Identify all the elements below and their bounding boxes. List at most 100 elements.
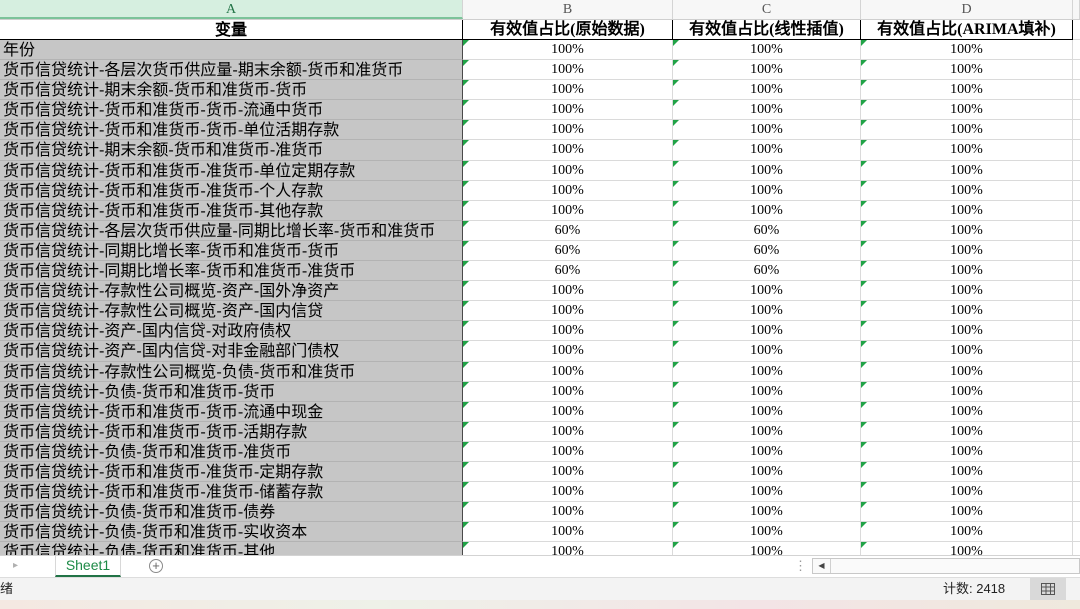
variable-cell[interactable]: 货币信贷统计-货币和准货币-准货币-个人存款 <box>0 180 463 201</box>
arima-fill-ratio-cell[interactable]: 100% <box>861 160 1073 181</box>
arima-fill-ratio-cell[interactable]: 100% <box>861 361 1073 382</box>
linear-interp-ratio-cell[interactable]: 100% <box>673 200 861 221</box>
header-cell-variable[interactable]: 变量 <box>0 20 463 40</box>
variable-cell[interactable]: 货币信贷统计-资产-国内信贷-对非金融部门债权 <box>0 341 463 362</box>
original-data-ratio-cell[interactable]: 100% <box>463 381 673 402</box>
arima-fill-ratio-cell[interactable]: 100% <box>861 522 1073 543</box>
original-data-ratio-cell[interactable]: 100% <box>463 80 673 101</box>
variable-cell[interactable]: 货币信贷统计-货币和准货币-货币-活期存款 <box>0 421 463 442</box>
linear-interp-ratio-cell[interactable]: 100% <box>673 281 861 302</box>
arima-fill-ratio-cell[interactable]: 100% <box>861 381 1073 402</box>
linear-interp-ratio-cell[interactable]: 100% <box>673 180 861 201</box>
variable-cell[interactable]: 货币信贷统计-资产-国内信贷-对政府债权 <box>0 321 463 342</box>
empty-cell[interactable] <box>1073 221 1080 241</box>
empty-cell[interactable] <box>1073 362 1080 382</box>
empty-cell[interactable] <box>1073 462 1080 483</box>
linear-interp-ratio-cell[interactable]: 100% <box>673 361 861 382</box>
linear-interp-ratio-cell[interactable]: 100% <box>673 120 861 141</box>
variable-cell[interactable]: 货币信贷统计-负债-货币和准货币-债券 <box>0 502 463 523</box>
linear-interp-ratio-cell[interactable]: 60% <box>673 261 861 282</box>
header-cell-original-ratio[interactable]: 有效值占比(原始数据) <box>463 20 673 40</box>
arima-fill-ratio-cell[interactable]: 100% <box>861 482 1073 503</box>
original-data-ratio-cell[interactable]: 100% <box>463 482 673 503</box>
empty-cell[interactable] <box>1073 542 1080 555</box>
empty-cell[interactable] <box>1073 80 1080 101</box>
variable-cell[interactable]: 货币信贷统计-负债-货币和准货币-准货币 <box>0 441 463 462</box>
original-data-ratio-cell[interactable]: 60% <box>463 220 673 241</box>
linear-interp-ratio-cell[interactable]: 100% <box>673 441 861 462</box>
sheet-tab-sheet1[interactable]: Sheet1 <box>55 556 121 577</box>
linear-interp-ratio-cell[interactable]: 100% <box>673 321 861 342</box>
original-data-ratio-cell[interactable]: 60% <box>463 261 673 282</box>
arima-fill-ratio-cell[interactable]: 100% <box>861 80 1073 101</box>
triangle-left-icon[interactable]: ◀ <box>813 559 831 573</box>
header-cell-arima-ratio[interactable]: 有效值占比(ARIMA填补) <box>861 20 1073 40</box>
empty-cell[interactable] <box>1073 241 1080 262</box>
header-cell-linear-ratio[interactable]: 有效值占比(线性插值) <box>673 20 861 40</box>
empty-cell[interactable] <box>1073 40 1080 61</box>
variable-cell[interactable]: 货币信贷统计-负债-货币和准货币-其他 <box>0 542 463 555</box>
variable-cell[interactable]: 货币信贷统计-货币和准货币-准货币-其他存款 <box>0 200 463 221</box>
arima-fill-ratio-cell[interactable]: 100% <box>861 341 1073 362</box>
linear-interp-ratio-cell[interactable]: 100% <box>673 421 861 442</box>
variable-cell[interactable]: 货币信贷统计-负债-货币和准货币-货币 <box>0 381 463 402</box>
arima-fill-ratio-cell[interactable]: 100% <box>861 140 1073 161</box>
variable-cell[interactable]: 货币信贷统计-货币和准货币-货币-单位活期存款 <box>0 120 463 141</box>
variable-cell[interactable]: 货币信贷统计-同期比增长率-货币和准货币-货币 <box>0 240 463 262</box>
linear-interp-ratio-cell[interactable]: 100% <box>673 482 861 503</box>
original-data-ratio-cell[interactable]: 100% <box>463 361 673 382</box>
status-count[interactable]: 计数: 2418 <box>943 578 1005 600</box>
empty-cell[interactable] <box>1073 20 1080 40</box>
empty-cell[interactable] <box>1073 382 1080 402</box>
linear-interp-ratio-cell[interactable]: 100% <box>673 80 861 101</box>
variable-cell[interactable]: 货币信贷统计-期末余额-货币和准货币-准货币 <box>0 140 463 161</box>
arima-fill-ratio-cell[interactable]: 100% <box>861 261 1073 282</box>
column-header-d[interactable]: D <box>861 0 1073 19</box>
arima-fill-ratio-cell[interactable]: 100% <box>861 200 1073 221</box>
original-data-ratio-cell[interactable]: 100% <box>463 281 673 302</box>
arima-fill-ratio-cell[interactable]: 100% <box>861 542 1073 555</box>
empty-cell[interactable] <box>1073 482 1080 503</box>
original-data-ratio-cell[interactable]: 100% <box>463 401 673 422</box>
linear-interp-ratio-cell[interactable]: 100% <box>673 542 861 555</box>
linear-interp-ratio-cell[interactable]: 100% <box>673 522 861 543</box>
arima-fill-ratio-cell[interactable]: 100% <box>861 60 1073 81</box>
variable-cell[interactable]: 货币信贷统计-货币和准货币-准货币-单位定期存款 <box>0 160 463 181</box>
empty-cell[interactable] <box>1073 321 1080 342</box>
linear-interp-ratio-cell[interactable]: 100% <box>673 461 861 483</box>
original-data-ratio-cell[interactable]: 100% <box>463 502 673 523</box>
column-header-b[interactable]: B <box>463 0 673 19</box>
original-data-ratio-cell[interactable]: 100% <box>463 100 673 121</box>
original-data-ratio-cell[interactable]: 100% <box>463 321 673 342</box>
triangle-right-icon[interactable]: ▸ <box>13 559 18 573</box>
linear-interp-ratio-cell[interactable]: 100% <box>673 341 861 362</box>
linear-interp-ratio-cell[interactable]: 100% <box>673 401 861 422</box>
variable-cell[interactable]: 货币信贷统计-货币和准货币-货币-流通中现金 <box>0 401 463 422</box>
original-data-ratio-cell[interactable]: 100% <box>463 341 673 362</box>
arima-fill-ratio-cell[interactable]: 100% <box>861 321 1073 342</box>
linear-interp-ratio-cell[interactable]: 100% <box>673 381 861 402</box>
empty-cell[interactable] <box>1073 181 1080 201</box>
original-data-ratio-cell[interactable]: 100% <box>463 140 673 161</box>
original-data-ratio-cell[interactable]: 100% <box>463 522 673 543</box>
original-data-ratio-cell[interactable]: 100% <box>463 542 673 555</box>
variable-cell[interactable]: 货币信贷统计-负债-货币和准货币-实收资本 <box>0 522 463 543</box>
arima-fill-ratio-cell[interactable]: 100% <box>861 120 1073 141</box>
empty-cell[interactable] <box>1073 100 1080 121</box>
linear-interp-ratio-cell[interactable]: 100% <box>673 140 861 161</box>
column-header-e[interactable] <box>1073 0 1080 19</box>
arima-fill-ratio-cell[interactable]: 100% <box>861 441 1073 462</box>
plus-circle-icon[interactable]: + <box>149 559 163 573</box>
empty-cell[interactable] <box>1073 201 1080 221</box>
linear-interp-ratio-cell[interactable]: 100% <box>673 100 861 121</box>
arima-fill-ratio-cell[interactable]: 100% <box>861 301 1073 322</box>
variable-cell[interactable]: 货币信贷统计-存款性公司概览-资产-国内信贷 <box>0 301 463 322</box>
empty-cell[interactable] <box>1073 60 1080 81</box>
empty-cell[interactable] <box>1073 161 1080 181</box>
linear-interp-ratio-cell[interactable]: 60% <box>673 240 861 262</box>
original-data-ratio-cell[interactable]: 100% <box>463 160 673 181</box>
vertical-dots-icon[interactable]: ⋮ <box>794 558 807 574</box>
original-data-ratio-cell[interactable]: 100% <box>463 200 673 221</box>
empty-cell[interactable] <box>1073 301 1080 322</box>
arima-fill-ratio-cell[interactable]: 100% <box>861 461 1073 483</box>
